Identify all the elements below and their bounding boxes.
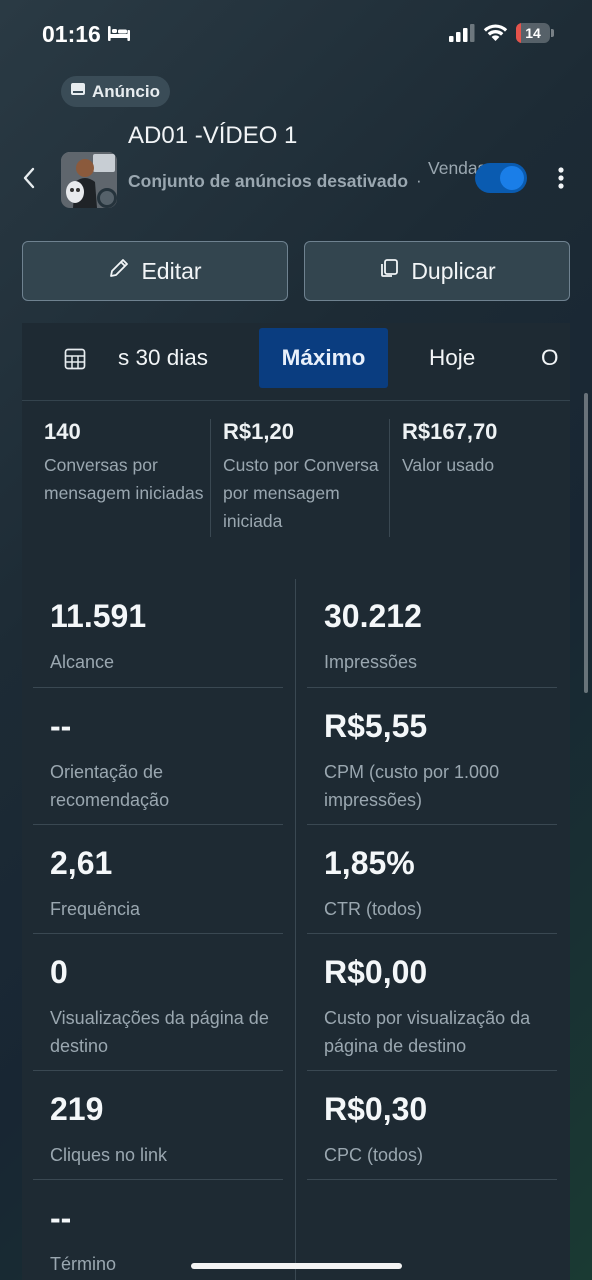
metric-label: CPC (todos) — [324, 1145, 424, 1165]
metric-value: R$5,55 — [324, 708, 428, 744]
ad-active-toggle[interactable] — [475, 163, 527, 193]
insights-panel: s 30 dias Máximo Hoje O 140 Conversas po… — [22, 323, 570, 1280]
more-options-icon[interactable] — [552, 163, 570, 193]
summary-conversations[interactable]: 140 Conversas por mensagem iniciadas — [44, 419, 209, 507]
summary-metrics: 140 Conversas por mensagem iniciadas R$1… — [22, 401, 570, 571]
tab-today[interactable]: Hoje — [429, 328, 475, 388]
tab-next-partial[interactable]: O — [541, 328, 559, 388]
metric-value: 0 — [50, 954, 68, 990]
metric-value: -- — [50, 708, 72, 744]
duplicate-button-label: Duplicar — [411, 257, 496, 284]
adset-status: Conjunto de anúncios desativado — [128, 171, 409, 191]
row-divider — [33, 1070, 283, 1071]
metric-value: R$0,00 — [324, 954, 428, 990]
metric-label: Alcance — [50, 652, 115, 672]
duplicate-button[interactable]: Duplicar — [304, 241, 570, 301]
date-range-tabs: s 30 dias Máximo Hoje O — [22, 323, 570, 401]
table-icon[interactable] — [64, 348, 86, 375]
summary-amount-spent[interactable]: R$167,70 Valor usado — [402, 419, 562, 479]
row-divider — [307, 687, 557, 688]
summary-label: Valor usado — [402, 455, 495, 475]
wifi-icon — [483, 22, 508, 47]
ad-type-label: Anúncio — [92, 81, 160, 101]
summary-cost-per-conversation[interactable]: R$1,20 Custo por Conversa por mensagem i… — [223, 419, 393, 535]
metric-value: R$0,30 — [324, 1091, 428, 1127]
home-indicator[interactable] — [191, 1263, 402, 1269]
row-divider — [33, 933, 283, 934]
column-divider — [295, 579, 296, 1280]
metric-label: Custo por visualização da página de dest… — [324, 1008, 531, 1056]
row-divider — [307, 933, 557, 934]
summary-value: R$167,70 — [402, 419, 498, 444]
status-time: 01:16 — [42, 21, 101, 47]
battery-indicator: 14 — [516, 23, 554, 43]
bed-icon — [107, 24, 131, 47]
pencil-icon — [108, 257, 130, 285]
metric-label: Cliques no link — [50, 1145, 168, 1165]
cellular-signal-icon — [448, 24, 476, 47]
metric-value: 2,61 — [50, 845, 113, 881]
battery-level: 14 — [525, 25, 541, 41]
metric-value: 219 — [50, 1091, 104, 1127]
summary-label: Conversas por mensagem iniciadas — [44, 455, 204, 503]
ad-title: AD01 -VÍDEO 1 — [128, 122, 298, 149]
row-divider — [33, 824, 283, 825]
row-divider — [307, 1179, 557, 1180]
summary-value: 140 — [44, 419, 81, 444]
metric-value: 1,85% — [324, 845, 415, 881]
status-dot-icon — [97, 188, 117, 208]
tab-maximum[interactable]: Máximo — [259, 328, 388, 388]
status-bar: 01:16 14 — [0, 0, 592, 66]
metric-label: Visualizações da página de destino — [50, 1008, 269, 1056]
toggle-knob — [500, 166, 524, 190]
metric-label: CTR (todos) — [324, 899, 423, 919]
campaign-objective: Vendas — [428, 158, 487, 178]
row-divider — [33, 1179, 283, 1180]
row-divider — [307, 1070, 557, 1071]
separator: · — [416, 171, 422, 190]
copy-icon — [378, 257, 400, 285]
metric-label: Orientação de recomendação — [50, 762, 170, 810]
metric-label: Impressões — [324, 652, 418, 672]
divider — [210, 419, 211, 537]
row-divider — [307, 824, 557, 825]
edit-button-label: Editar — [141, 257, 202, 284]
row-divider — [33, 687, 283, 688]
summary-value: R$1,20 — [223, 419, 294, 444]
divider — [389, 419, 390, 537]
edit-button[interactable]: Editar — [22, 241, 288, 301]
tab-last-30-days[interactable]: s 30 dias — [118, 328, 208, 388]
metric-value: -- — [50, 1200, 72, 1236]
scrollbar[interactable] — [584, 393, 588, 693]
metric-value: 11.591 — [50, 598, 147, 634]
ad-type-badge: Anúncio — [61, 76, 170, 107]
summary-label: Custo por Conversa por mensagem iniciada — [223, 455, 379, 531]
metric-label: Frequência — [50, 899, 141, 919]
metric-value: 30.212 — [324, 598, 422, 634]
ad-icon — [70, 81, 86, 102]
back-chevron-icon[interactable] — [18, 163, 42, 193]
metric-label: CPM (custo por 1.000 impressões) — [324, 762, 500, 810]
